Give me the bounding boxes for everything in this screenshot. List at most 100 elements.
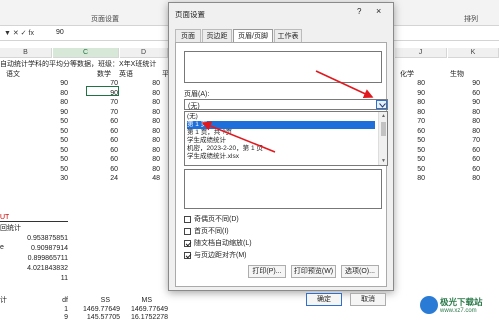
data-cell[interactable]: 60 <box>448 165 480 174</box>
print-button[interactable]: 打印(P)... <box>248 265 286 278</box>
column-header-j[interactable]: J <box>395 48 447 58</box>
checkbox-box[interactable] <box>184 216 191 223</box>
anova-header[interactable]: MS <box>122 296 153 305</box>
data-cell[interactable]: 80 <box>395 79 425 88</box>
tab-sheet[interactable]: 工作表 <box>274 29 302 42</box>
header-option[interactable]: 学生成绩统计 <box>187 137 375 145</box>
checkbox-box[interactable] <box>184 252 191 259</box>
data-cell[interactable]: 80 <box>120 89 160 98</box>
data-cell[interactable]: 80 <box>120 108 160 117</box>
header-option[interactable]: 机密，2023-2-20，第 1 页 <box>187 145 375 153</box>
ok-button[interactable]: 确定 <box>306 293 342 306</box>
stat-value[interactable]: 0.953875851 <box>0 234 68 243</box>
stat-value[interactable]: 0.90987914 <box>0 244 68 253</box>
print-preview-button[interactable]: 打印预览(W) <box>291 265 336 278</box>
stat-value[interactable]: 4.021843832 <box>0 264 68 273</box>
header-option[interactable]: 第 1 页，共 ?页 <box>187 129 375 137</box>
data-cell[interactable]: 80 <box>120 98 160 107</box>
data-cell[interactable]: 60 <box>395 127 425 136</box>
data-cell[interactable]: 60 <box>86 165 118 174</box>
data-cell[interactable]: 70 <box>395 117 425 126</box>
data-cell[interactable]: 50 <box>30 117 68 126</box>
data-cell[interactable]: 90 <box>395 89 425 98</box>
subject-header[interactable]: 英语 <box>119 70 133 79</box>
data-cell[interactable]: 50 <box>30 146 68 155</box>
data-cell[interactable]: 50 <box>30 165 68 174</box>
data-cell[interactable]: 70 <box>448 136 480 145</box>
side-label[interactable]: e <box>0 243 4 252</box>
data-cell[interactable]: 60 <box>448 155 480 164</box>
data-cell[interactable]: 50 <box>395 155 425 164</box>
scroll-up-icon[interactable]: ▲ <box>381 113 386 119</box>
data-cell[interactable]: 80 <box>120 136 160 145</box>
stat-value[interactable]: 0.899865711 <box>0 254 68 263</box>
data-cell[interactable]: 80 <box>395 108 425 117</box>
data-cell[interactable]: 50 <box>395 146 425 155</box>
checkbox-box[interactable] <box>184 228 191 235</box>
column-header-k[interactable]: K <box>448 48 499 58</box>
data-cell[interactable]: 60 <box>448 146 480 155</box>
data-cell[interactable]: 50 <box>395 136 425 145</box>
data-cell[interactable]: 70 <box>86 108 118 117</box>
data-cell[interactable]: 90 <box>448 79 480 88</box>
subject-header[interactable]: 化学 <box>400 70 414 79</box>
data-cell[interactable]: 80 <box>120 165 160 174</box>
anova-cell[interactable]: 16.1752278 <box>120 313 168 321</box>
data-cell[interactable]: 80 <box>448 127 480 136</box>
header-option[interactable]: (无) <box>187 113 375 121</box>
subject-header[interactable]: 生物 <box>450 70 464 79</box>
data-cell[interactable]: 48 <box>120 174 160 183</box>
data-cell[interactable]: 70 <box>86 98 118 107</box>
data-cell[interactable]: 60 <box>86 117 118 126</box>
column-header-c[interactable]: C <box>53 48 119 58</box>
tab-page[interactable]: 页面 <box>175 29 201 42</box>
column-header-b[interactable]: B <box>0 48 52 58</box>
subject-header[interactable]: 数学 <box>97 70 111 79</box>
data-cell[interactable]: 80 <box>395 98 425 107</box>
data-cell[interactable]: 50 <box>30 136 68 145</box>
data-cell[interactable]: 60 <box>86 127 118 136</box>
data-cell[interactable]: 90 <box>30 108 68 117</box>
subject-header[interactable]: 语文 <box>6 70 20 79</box>
data-cell[interactable]: 80 <box>120 155 160 164</box>
anova-header[interactable]: df <box>40 296 68 305</box>
dropdown-scrollbar[interactable]: ▲ ▼ <box>378 112 387 165</box>
help-icon[interactable]: ? <box>357 7 361 16</box>
data-cell[interactable]: 24 <box>86 174 118 183</box>
stat-value[interactable]: 11 <box>0 274 68 283</box>
data-cell[interactable]: 60 <box>86 146 118 155</box>
data-cell[interactable]: 50 <box>30 155 68 164</box>
data-cell[interactable]: 50 <box>30 127 68 136</box>
data-cell[interactable]: 80 <box>120 117 160 126</box>
cancel-button[interactable]: 取消 <box>350 293 386 306</box>
data-cell[interactable]: 90 <box>30 79 68 88</box>
options-button[interactable]: 选项(O)... <box>341 265 379 278</box>
close-icon[interactable]: × <box>376 6 381 16</box>
anova-label[interactable]: 计 <box>0 296 7 305</box>
sheet-title-cell[interactable]: 自动统计学科的平均分等数据，班级：X年X班统计 <box>0 60 168 69</box>
column-header-d[interactable]: D <box>120 48 168 58</box>
data-cell[interactable]: 80 <box>120 79 160 88</box>
data-cell[interactable]: 80 <box>30 98 68 107</box>
data-cell[interactable]: 80 <box>448 108 480 117</box>
header-select[interactable]: (无) <box>184 99 388 110</box>
data-cell[interactable]: 60 <box>448 89 480 98</box>
data-cell[interactable]: 80 <box>448 174 480 183</box>
data-cell[interactable]: 80 <box>120 146 160 155</box>
data-cell[interactable]: 80 <box>120 127 160 136</box>
anova-cell[interactable]: 9 <box>40 313 68 321</box>
tab-header-footer[interactable]: 页眉/页脚 <box>233 29 273 43</box>
checkbox-box[interactable] <box>184 240 191 247</box>
data-cell[interactable]: 60 <box>86 136 118 145</box>
header-option[interactable]: 学生成绩统计.xlsx <box>187 153 375 161</box>
anova-cell[interactable]: 145.57705 <box>70 313 120 321</box>
tab-margins[interactable]: 页边距 <box>202 29 232 42</box>
data-cell[interactable]: 90 <box>448 98 480 107</box>
data-cell[interactable]: 30 <box>30 174 68 183</box>
data-cell[interactable]: 80 <box>30 89 68 98</box>
formula-input[interactable]: 90 <box>56 29 64 36</box>
data-cell[interactable]: 50 <box>395 165 425 174</box>
header-option-selected[interactable]: 第 1 页 <box>187 121 375 129</box>
data-cell[interactable]: 80 <box>448 117 480 126</box>
chevron-down-icon[interactable] <box>376 100 387 109</box>
